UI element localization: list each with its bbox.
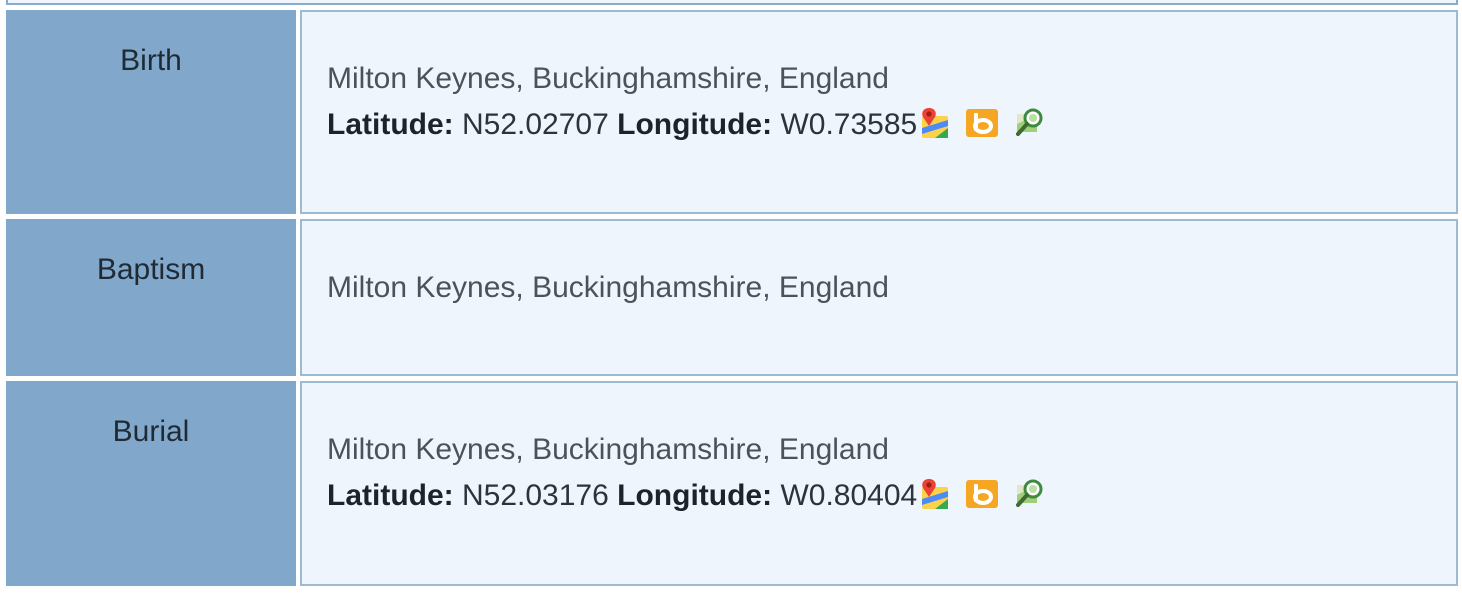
google-maps-icon[interactable] bbox=[917, 477, 951, 511]
table-row-baptism: Baptism Milton Keynes, Buckinghamshire, … bbox=[6, 219, 1458, 376]
event-label: Baptism bbox=[6, 219, 296, 376]
map-links bbox=[917, 106, 1061, 152]
table-row-burial: Burial Milton Keynes, Buckinghamshire, E… bbox=[6, 381, 1458, 586]
previous-row-edge bbox=[6, 0, 1458, 5]
facts-table: Birth Milton Keynes, Buckinghamshire, En… bbox=[0, 0, 1462, 594]
latitude-label: Latitude: bbox=[327, 479, 454, 512]
map-links bbox=[917, 477, 1061, 523]
map-search-icon[interactable] bbox=[1013, 106, 1047, 140]
longitude-value: W0.80404 bbox=[780, 479, 918, 512]
google-maps-icon[interactable] bbox=[917, 106, 951, 140]
table-row-birth: Birth Milton Keynes, Buckinghamshire, En… bbox=[6, 10, 1458, 214]
latitude-value: N52.02707 bbox=[462, 108, 609, 141]
map-search-icon[interactable] bbox=[1013, 477, 1047, 511]
bing-maps-icon[interactable] bbox=[965, 477, 999, 511]
coordinates: Latitude: N52.02707 Longitude: W0.73585 bbox=[327, 102, 1456, 152]
event-label: Burial bbox=[6, 381, 296, 586]
place-text: Milton Keynes, Buckinghamshire, England bbox=[327, 271, 889, 304]
place-text: Milton Keynes, Buckinghamshire, England bbox=[327, 433, 889, 466]
latitude-label: Latitude: bbox=[327, 108, 454, 141]
event-details: Milton Keynes, Buckinghamshire, England bbox=[300, 219, 1458, 376]
place-text: Milton Keynes, Buckinghamshire, England bbox=[327, 62, 889, 95]
bing-maps-icon[interactable] bbox=[965, 106, 999, 140]
longitude-label: Longitude: bbox=[617, 108, 773, 141]
coordinates: Latitude: N52.03176 Longitude: W0.80404 bbox=[327, 473, 1456, 523]
longitude-label: Longitude: bbox=[617, 479, 773, 512]
event-details: Milton Keynes, Buckinghamshire, England … bbox=[300, 10, 1458, 214]
event-details: Milton Keynes, Buckinghamshire, England … bbox=[300, 381, 1458, 586]
longitude-value: W0.73585 bbox=[780, 108, 918, 141]
latitude-value: N52.03176 bbox=[462, 479, 609, 512]
event-label: Birth bbox=[6, 10, 296, 214]
